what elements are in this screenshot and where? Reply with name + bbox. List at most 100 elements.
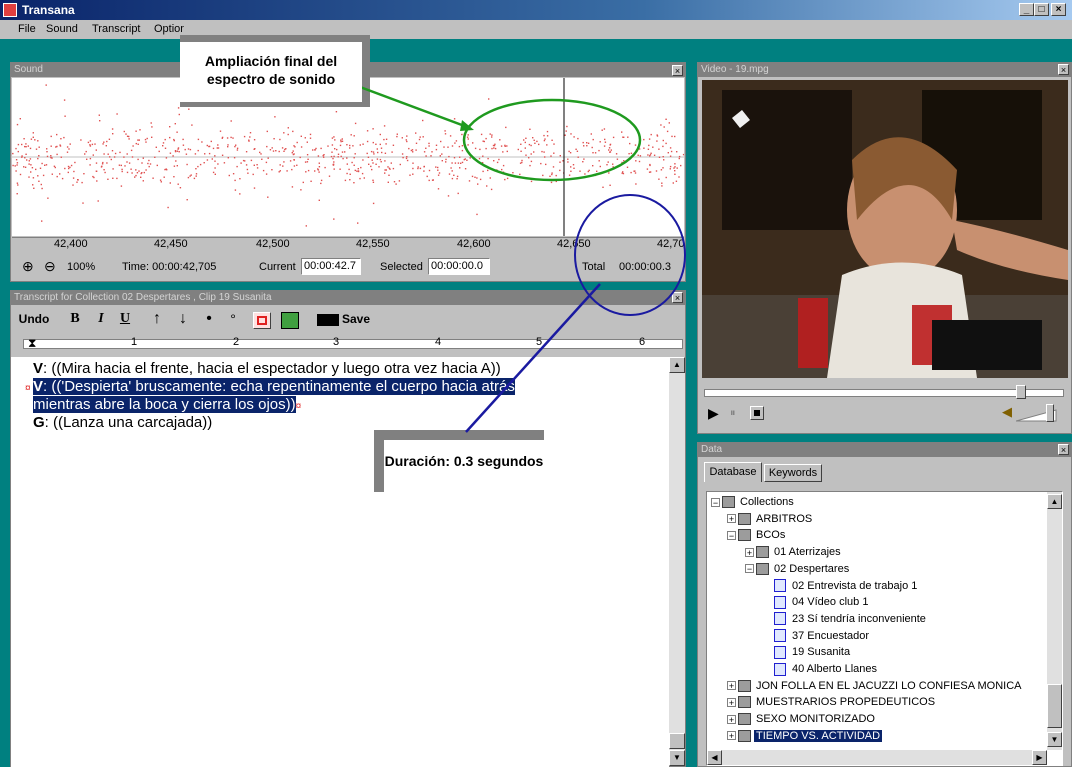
tree-scroll-right-button[interactable]: ▶ bbox=[1032, 750, 1047, 765]
tree-folder-item[interactable]: + TIEMPO VS. ACTIVIDAD bbox=[727, 728, 883, 744]
tree-folder-item[interactable]: + ARBITROS bbox=[727, 511, 814, 527]
zoom-out-icon[interactable]: ⊖ bbox=[44, 258, 56, 275]
keyword-icon[interactable] bbox=[281, 312, 299, 329]
tree-clip-item[interactable]: 37 Encuestador bbox=[763, 628, 871, 644]
transcript-close-button[interactable]: × bbox=[672, 292, 683, 303]
tab-database[interactable]: Database bbox=[704, 462, 762, 482]
tree-scroll-left-button[interactable]: ◀ bbox=[707, 750, 722, 765]
waveform-sample bbox=[418, 138, 421, 141]
tree-folder-item[interactable]: − Collections bbox=[711, 494, 796, 510]
scroll-up-button[interactable]: ▲ bbox=[669, 357, 685, 373]
scroll-thumb[interactable] bbox=[669, 733, 685, 749]
waveform-sample bbox=[663, 159, 665, 161]
waveform-sample bbox=[530, 180, 533, 183]
collapse-icon[interactable]: − bbox=[727, 530, 736, 540]
tree-scroll-thumb[interactable] bbox=[1047, 684, 1062, 728]
expand-icon[interactable]: + bbox=[727, 697, 736, 707]
menu-options[interactable]: Options bbox=[154, 23, 184, 35]
indent-marker-icon[interactable]: ⧗ bbox=[28, 336, 36, 351]
minimize-button[interactable]: _ bbox=[1019, 3, 1034, 16]
waveform-sample bbox=[383, 138, 385, 141]
waveform-sample bbox=[502, 164, 505, 167]
volume-icon[interactable]: ◀ bbox=[1002, 404, 1012, 420]
waveform-sample bbox=[467, 138, 469, 140]
tab-keywords[interactable]: Keywords bbox=[764, 464, 822, 482]
expand-icon[interactable]: + bbox=[727, 731, 736, 741]
expand-icon[interactable]: + bbox=[727, 681, 736, 691]
tree-scroll-down-button[interactable]: ▼ bbox=[1047, 732, 1062, 747]
tree-clip-item[interactable]: 40 Alberto Llanes bbox=[763, 661, 879, 677]
volume-slider[interactable] bbox=[1015, 408, 1062, 422]
waveform-sample bbox=[320, 182, 322, 185]
tree-folder-item[interactable]: + JON FOLLA EN EL JACUZZI LO CONFIESA MON… bbox=[727, 678, 1023, 694]
menu-transcript[interactable]: Transcript bbox=[92, 23, 141, 35]
video-close-button[interactable]: × bbox=[1058, 64, 1069, 75]
transcript-text-area[interactable]: V: ((Mira hacia el frente, hacia el espe… bbox=[11, 357, 669, 767]
zoom-in-icon[interactable]: ⊕ bbox=[22, 258, 34, 275]
menu-sound[interactable]: Sound bbox=[46, 23, 78, 35]
underline-button[interactable]: U bbox=[117, 309, 133, 329]
italic-button[interactable]: I bbox=[93, 309, 109, 329]
waveform-sample bbox=[570, 133, 572, 135]
expand-icon[interactable]: + bbox=[727, 714, 736, 724]
transcript-scrollbar[interactable]: ▲ ▼ bbox=[669, 357, 685, 766]
play-icon[interactable]: ▶ bbox=[708, 405, 719, 422]
tree-clip-item[interactable]: 19 Susanita bbox=[763, 644, 852, 660]
volume-slider-thumb[interactable] bbox=[1046, 404, 1054, 422]
tree-folder-item[interactable]: +01 Aterrizajes bbox=[745, 544, 843, 560]
tree-folder-item[interactable]: + SEXO MONITORIZADO bbox=[727, 711, 877, 727]
waveform-sample bbox=[169, 136, 171, 139]
video-position-slider[interactable] bbox=[704, 389, 1064, 397]
bullet-button[interactable]: • bbox=[201, 309, 217, 329]
waveform-sample bbox=[166, 169, 168, 171]
waveform-sample bbox=[208, 152, 211, 155]
waveform-sample bbox=[68, 167, 70, 170]
waveform-sample bbox=[638, 160, 641, 163]
clip-icon bbox=[774, 662, 786, 676]
close-button[interactable]: × bbox=[1051, 3, 1066, 16]
menu-file[interactable]: File bbox=[18, 23, 36, 35]
tree-folder-item[interactable]: − 02 Despertares bbox=[745, 561, 851, 577]
bold-button[interactable]: B bbox=[67, 309, 83, 329]
waveform-sample bbox=[570, 170, 572, 172]
up-arrow-button[interactable]: ↑ bbox=[149, 309, 165, 329]
waveform-sample bbox=[286, 170, 288, 172]
save-icon[interactable] bbox=[317, 314, 339, 326]
tree-clip-item[interactable]: 02 Entrevista de trabajo 1 bbox=[763, 578, 919, 594]
tree-folder-item[interactable]: − BCOs bbox=[727, 527, 787, 543]
waveform-sample bbox=[634, 172, 637, 174]
stop-icon[interactable] bbox=[750, 406, 764, 420]
waveform-sample bbox=[405, 157, 408, 160]
waveform-sample bbox=[506, 150, 508, 153]
ruler[interactable]: 1 2 3 4 5 6 ⧗ bbox=[11, 336, 685, 352]
tree-folder-item[interactable]: + MUESTRARIOS PROPEDEUTICOS bbox=[727, 694, 937, 710]
sound-close-button[interactable]: × bbox=[672, 65, 683, 76]
video-slider-thumb[interactable] bbox=[1016, 385, 1026, 399]
undo-button[interactable]: Undo bbox=[17, 309, 51, 329]
database-tree[interactable]: − Collections + ARBITROS − BCOs +01 Aterrizaje… bbox=[706, 491, 1063, 766]
expand-icon[interactable]: + bbox=[727, 514, 736, 524]
video-frame[interactable] bbox=[702, 80, 1068, 378]
waveform-sample bbox=[16, 193, 18, 195]
collapse-icon[interactable]: − bbox=[745, 564, 754, 574]
waveform-sample bbox=[348, 168, 350, 171]
waveform-sample bbox=[21, 143, 23, 146]
expand-icon[interactable]: + bbox=[745, 547, 754, 557]
scroll-down-button[interactable]: ▼ bbox=[669, 750, 685, 766]
tree-clip-item[interactable]: 23 Sí tendría inconveniente bbox=[763, 611, 928, 627]
maximize-button[interactable]: □ bbox=[1034, 3, 1049, 16]
tree-scroll-up-button[interactable]: ▲ bbox=[1047, 494, 1062, 509]
waveform-sample bbox=[21, 156, 23, 158]
collapse-icon[interactable]: − bbox=[711, 497, 720, 507]
degree-button[interactable]: ° bbox=[225, 309, 241, 329]
tree-hscrollbar[interactable]: ◀ ▶ bbox=[707, 750, 1047, 765]
down-arrow-button[interactable]: ↓ bbox=[175, 309, 191, 329]
timecode-icon[interactable] bbox=[253, 312, 271, 329]
tree-clip-item[interactable]: 04 Vídeo club 1 bbox=[763, 594, 870, 610]
pause-icon[interactable]: ⏸ bbox=[730, 407, 736, 420]
waveform-sample bbox=[622, 136, 624, 138]
data-close-button[interactable]: × bbox=[1058, 444, 1069, 455]
save-button[interactable]: Save bbox=[341, 309, 371, 329]
waveform-sample bbox=[439, 155, 441, 157]
tree-vscrollbar[interactable]: ▲ ▼ bbox=[1047, 492, 1062, 750]
